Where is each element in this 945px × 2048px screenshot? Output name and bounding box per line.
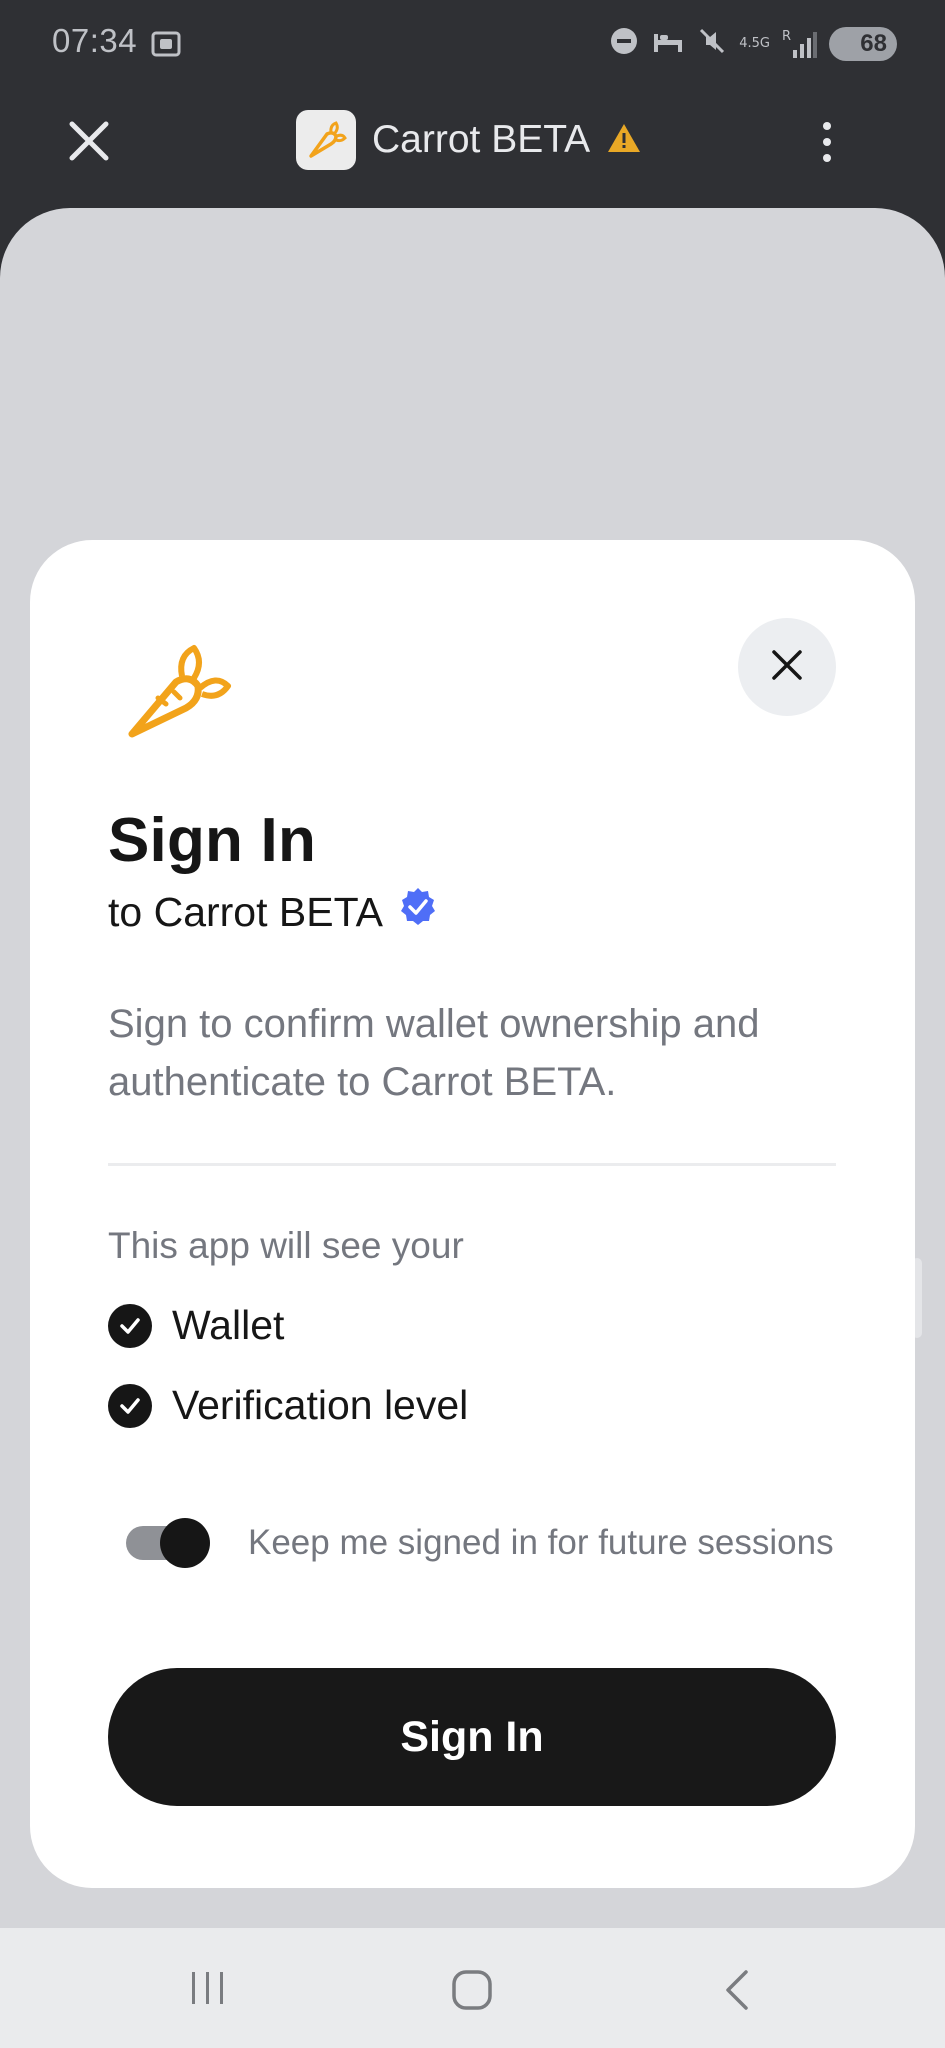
more-options-icon[interactable] [812, 120, 842, 164]
keep-signed-in-row: Keep me signed in for future sessions [126, 1518, 834, 1568]
sleep-mode-icon [651, 26, 685, 61]
mute-icon [697, 26, 727, 61]
modal-title: Sign In [108, 806, 317, 875]
close-icon[interactable] [66, 118, 112, 164]
sign-in-modal: Sign In to Carrot BETA Sign to confirm w… [30, 540, 915, 1888]
verified-badge-icon [397, 886, 439, 938]
modal-subtitle-row: to Carrot BETA [108, 886, 439, 938]
permission-label: Verification level [172, 1382, 469, 1428]
carrot-logo-icon [118, 630, 238, 750]
toggle-knob [160, 1518, 210, 1568]
back-icon[interactable] [718, 1968, 758, 2017]
dnd-icon [609, 26, 639, 61]
battery-level: 68 [860, 29, 887, 57]
home-icon[interactable] [450, 1968, 494, 2017]
modal-description: Sign to confirm wallet ownership and aut… [108, 1002, 760, 1104]
keep-signed-in-label: Keep me signed in for future sessions [248, 1523, 834, 1562]
carrot-logo-icon [296, 110, 356, 170]
check-circle-icon [108, 1383, 152, 1428]
modal-close-button[interactable] [738, 618, 836, 716]
network-type-label: 4.5G [739, 36, 770, 51]
check-circle-icon [108, 1303, 152, 1348]
sign-in-button[interactable]: Sign In [108, 1668, 836, 1806]
status-bar: 07:34 4.5G R 68 [0, 0, 945, 90]
app-header: Carrot BETA [0, 90, 945, 210]
screenshot-icon [150, 28, 182, 65]
permission-item-wallet: Wallet [108, 1302, 284, 1349]
permission-item-verification-level: Verification level [108, 1382, 468, 1429]
close-icon [770, 648, 804, 687]
signal-icon: R [782, 30, 817, 58]
system-nav-bar [0, 1928, 945, 2048]
recent-apps-icon[interactable] [188, 1968, 228, 2013]
roaming-label: R [781, 28, 791, 44]
warning-triangle-icon [606, 122, 642, 159]
status-icons: 4.5G R 68 [609, 26, 897, 61]
app-title-group: Carrot BETA [296, 110, 642, 170]
permission-label: Wallet [172, 1302, 285, 1348]
modal-subtitle: to Carrot BETA [108, 888, 383, 935]
battery-indicator: 68 [829, 26, 897, 61]
permissions-heading: This app will see your [108, 1225, 464, 1266]
keep-signed-in-toggle[interactable] [126, 1518, 210, 1568]
status-time: 07:34 [52, 22, 138, 59]
app-title: Carrot BETA [372, 118, 591, 161]
divider [108, 1163, 836, 1166]
